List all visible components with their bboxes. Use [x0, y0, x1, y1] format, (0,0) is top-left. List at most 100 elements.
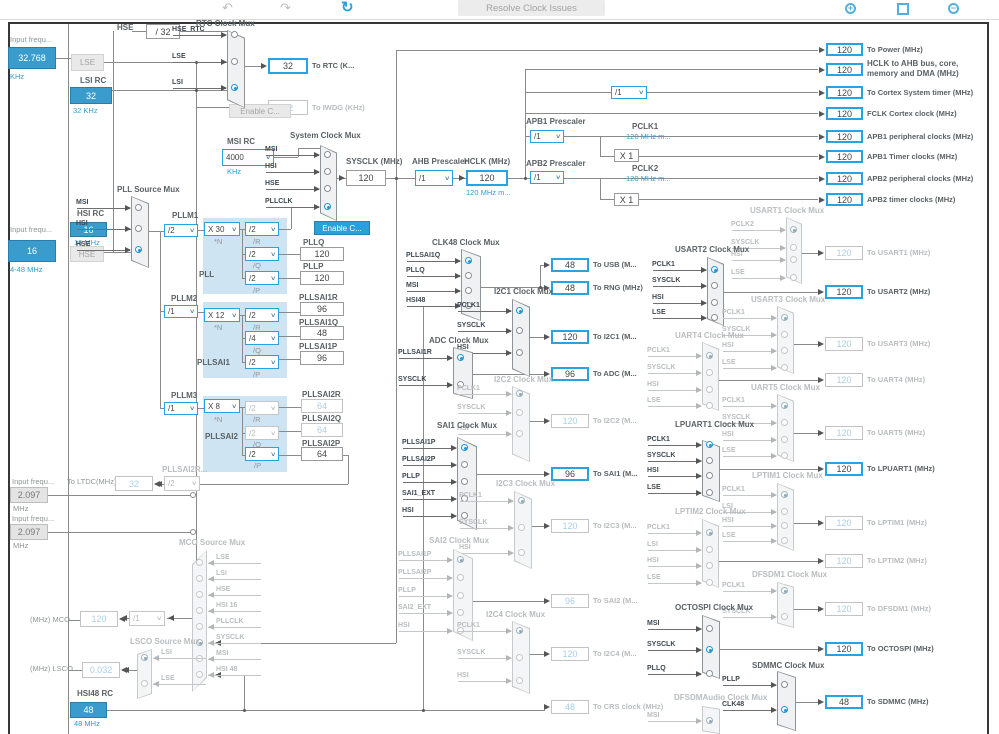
apb2-timer-out[interactable]: 120 — [826, 193, 863, 206]
radio-option[interactable] — [231, 58, 238, 65]
apb1-periph-out[interactable]: 120 — [826, 130, 863, 143]
radio-option[interactable] — [706, 625, 713, 632]
pllsai2-p[interactable]: /2 ∨ — [245, 447, 279, 461]
radio-option[interactable] — [461, 478, 468, 485]
wire-arrow — [771, 614, 777, 620]
radio-option[interactable] — [516, 327, 523, 334]
pll-p[interactable]: /2 ∨ — [245, 271, 279, 285]
power-out[interactable]: 120 — [826, 43, 863, 56]
octospi-out[interactable]: 120 — [825, 642, 863, 656]
radio-option[interactable] — [135, 204, 142, 211]
pllsai1q-box[interactable]: 48 — [300, 326, 344, 340]
apb1-x1[interactable]: X 1 — [614, 149, 639, 162]
pll-n[interactable]: X 30 ∨ — [204, 222, 240, 236]
radio-option[interactable] — [706, 670, 713, 677]
cortex-timer-out[interactable]: 120 — [826, 86, 863, 99]
radio-option[interactable] — [135, 225, 142, 232]
pllm3-div[interactable]: /1 ∨ — [164, 402, 198, 415]
rng-out[interactable]: 48 — [551, 281, 589, 295]
sysclk-box[interactable]: 120 — [346, 170, 386, 186]
pllm1-div[interactable]: /2 ∨ — [164, 224, 198, 237]
fclk-out[interactable]: 120 — [826, 107, 863, 120]
pllsai2-n[interactable]: X 8 ∨ — [204, 399, 240, 413]
usart2-out[interactable]: 120 — [825, 285, 863, 299]
cortex-prescaler[interactable]: /1 ∨ — [611, 86, 647, 99]
pllsai1-p[interactable]: /2 ∨ — [245, 355, 279, 369]
wire — [802, 253, 819, 254]
radio-option[interactable] — [781, 681, 788, 688]
apb2-periph-out[interactable]: 120 — [826, 172, 863, 185]
radio-option[interactable] — [231, 31, 238, 38]
pllm2-div[interactable]: /1 ∨ — [164, 305, 198, 318]
radio-selected[interactable] — [231, 84, 238, 91]
lpuart1-out[interactable]: 120 — [825, 462, 863, 476]
zoom-out-icon[interactable]: − — [948, 3, 959, 14]
radio-selected[interactable] — [706, 441, 713, 448]
radio-selected[interactable] — [465, 257, 472, 264]
pllsai1p-box[interactable]: 96 — [300, 351, 344, 365]
wire — [732, 278, 785, 279]
radio-option[interactable] — [706, 472, 713, 479]
i2c2-clock-mux-input-sysclk: SYSCLK — [457, 404, 486, 411]
radio-option[interactable] — [711, 299, 718, 306]
i2c1-out[interactable]: 120 — [551, 330, 589, 344]
undo-icon[interactable]: ↶ — [222, 1, 233, 14]
i2c1-clock-mux-title: I2C1 Clock Mux — [494, 287, 554, 296]
pll-q[interactable]: /2 ∨ — [245, 247, 279, 261]
pll-r[interactable]: /2 ∨ — [245, 222, 279, 236]
zoom-in-icon[interactable]: + — [845, 3, 856, 14]
hclk-ahb-out[interactable]: 120 — [826, 63, 863, 76]
adc-out[interactable]: 96 — [551, 367, 589, 381]
pllsai1-r[interactable]: /2 ∨ — [245, 308, 279, 322]
radio-selected[interactable] — [324, 203, 331, 210]
pllp-box[interactable]: 120 — [300, 271, 344, 285]
lsi-rc[interactable]: 32 — [70, 87, 112, 104]
apb2-x1[interactable]: X 1 — [614, 193, 639, 206]
radio-option[interactable] — [324, 151, 331, 158]
rtc-out[interactable]: 32 — [268, 58, 308, 74]
i2c2-clock-mux-title: I2C2 Clock Mux — [494, 375, 554, 384]
refresh-icon[interactable]: ↻ — [341, 0, 354, 15]
radio-selected[interactable] — [457, 354, 464, 361]
radio-option[interactable] — [461, 512, 468, 519]
radio-option[interactable] — [706, 457, 713, 464]
pllsai1r-box[interactable]: 96 — [300, 302, 344, 316]
lse-input-freq[interactable]: 32.768 — [8, 47, 56, 69]
radio-option[interactable] — [465, 272, 472, 279]
radio-selected[interactable] — [461, 444, 468, 451]
hse-input-freq[interactable]: 16 — [8, 240, 56, 262]
hclk-box[interactable]: 120 — [466, 170, 508, 186]
hsi48-rc[interactable]: 48 — [70, 702, 107, 718]
pllq-box[interactable]: 120 — [300, 247, 344, 261]
radio-selected[interactable] — [706, 646, 713, 653]
radio-option[interactable] — [706, 489, 713, 496]
radio-option[interactable] — [324, 185, 331, 192]
radio-option[interactable] — [461, 461, 468, 468]
radio-selected[interactable] — [781, 706, 788, 713]
enable-css[interactable]: Enable C... — [314, 221, 370, 235]
radio-option[interactable] — [465, 287, 472, 294]
ahb-prescaler[interactable]: /1 ∨ — [415, 170, 453, 186]
fit-view-icon[interactable] — [897, 3, 909, 15]
radio-selected — [706, 352, 713, 359]
radio-option[interactable] — [324, 168, 331, 175]
radio-selected[interactable] — [516, 307, 523, 314]
radio-option[interactable] — [711, 282, 718, 289]
pllsai1-n[interactable]: X 12 ∨ — [204, 308, 240, 322]
apb2-prescaler[interactable]: /1 ∨ — [530, 171, 564, 184]
wire — [653, 286, 706, 287]
wire-arrow — [696, 718, 702, 724]
pllsai2p-box[interactable]: 64 — [301, 447, 343, 461]
redo-icon[interactable]: ↷ — [280, 1, 291, 14]
radio-selected[interactable] — [711, 266, 718, 273]
radio-option[interactable] — [711, 314, 718, 321]
radio-selected[interactable] — [135, 246, 142, 253]
radio-option[interactable] — [516, 349, 523, 356]
wire-arrow — [119, 616, 125, 622]
sai1-out[interactable]: 96 — [551, 467, 589, 481]
apb1-timer-out[interactable]: 120 — [826, 150, 863, 163]
apb1-prescaler[interactable]: /1 ∨ — [530, 130, 564, 143]
usb-out[interactable]: 48 — [551, 258, 589, 272]
sdmmc-out[interactable]: 48 — [825, 695, 863, 709]
pllsai1-q[interactable]: /4 ∨ — [245, 331, 279, 345]
